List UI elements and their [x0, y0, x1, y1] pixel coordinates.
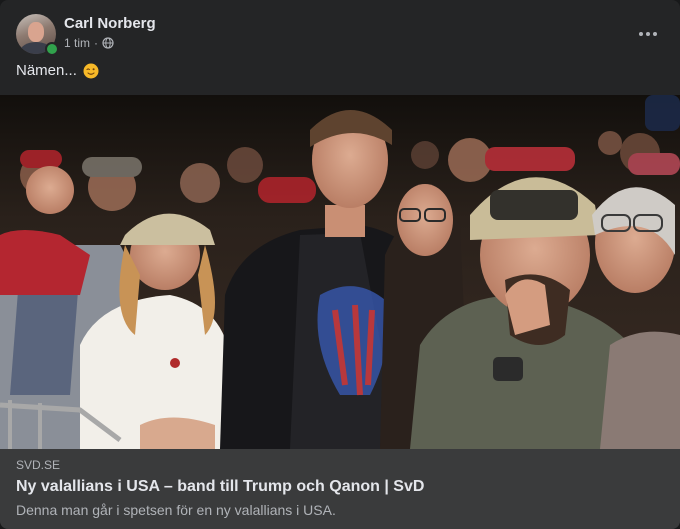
more-options-dot	[653, 32, 657, 36]
globe-icon[interactable]	[102, 37, 114, 49]
meta-separator: ·	[94, 36, 99, 50]
post-timestamp[interactable]: 1 tim	[64, 36, 90, 50]
post-photo[interactable]	[0, 95, 680, 449]
online-status-indicator	[45, 42, 59, 56]
avatar-face	[28, 22, 44, 42]
post-message-text: Nämen...	[16, 62, 77, 79]
link-preview-card[interactable]: SVD.SE Ny valallians i USA – band till T…	[0, 449, 680, 529]
link-description: Denna man går i spetsen för en ny valall…	[16, 502, 336, 518]
post-header: Carl Norberg 1 tim ·	[16, 14, 664, 56]
link-title[interactable]: Ny valallians i USA – band till Trump oc…	[16, 478, 424, 496]
more-options-icon	[639, 32, 643, 36]
winking-face-icon	[83, 63, 99, 78]
more-options-button[interactable]	[632, 18, 664, 50]
post-message: Nämen...	[16, 62, 99, 79]
author-name[interactable]: Carl Norberg	[64, 15, 156, 32]
link-domain: SVD.SE	[16, 458, 61, 472]
post-card: Carl Norberg 1 tim · Nämen... SVD.SE Ny …	[0, 0, 680, 529]
post-meta: 1 tim ·	[64, 36, 114, 50]
more-options-dot	[646, 32, 650, 36]
